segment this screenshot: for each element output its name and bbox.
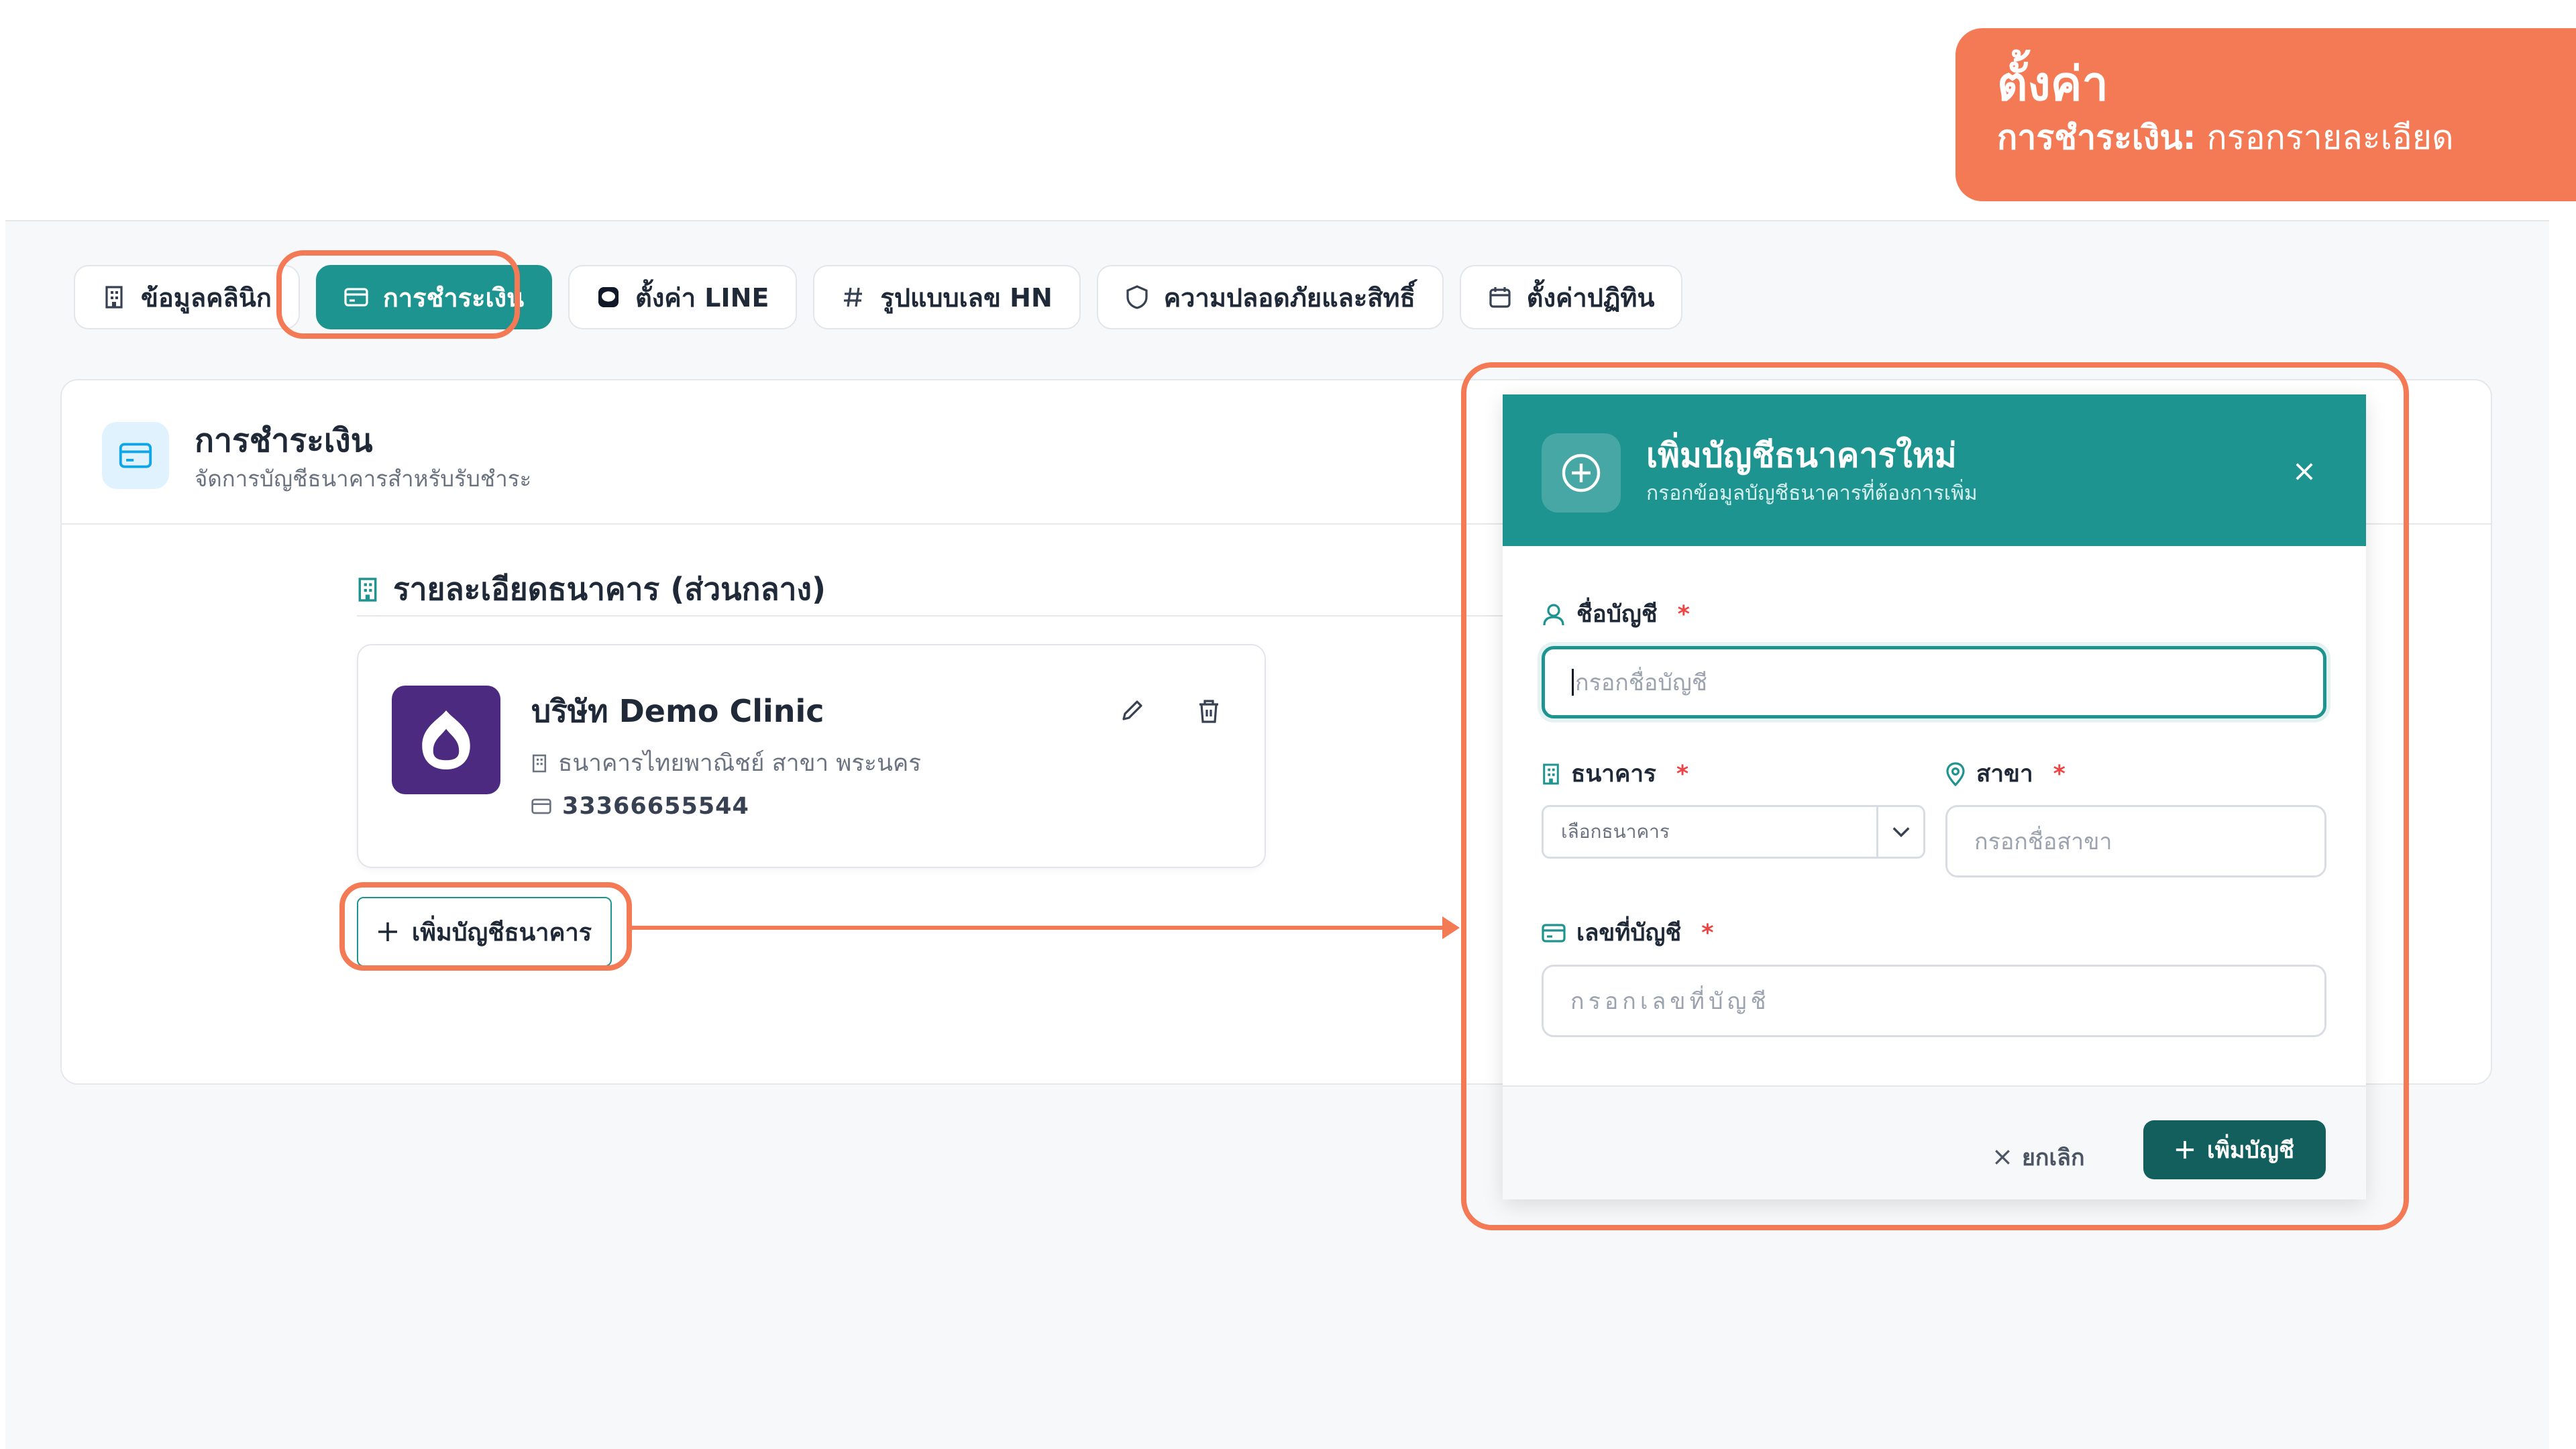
add-button-highlight-ring [339,882,632,971]
modal-subtitle: กรอกข้อมูลบัญชีธนาคารที่ต้องการเพิ่ม [1646,482,1978,505]
add-bank-account-modal: เพิ่มบัญชีธนาคารใหม่ กรอกข้อมูลบัญชีธนาค… [1503,394,2366,1199]
bank-account-number: 33366655544 [562,793,749,820]
step-badge: ตั้งค่า การชำระเงิน: กรอกรายละเอียด [1955,28,2576,201]
modal-title: เพิ่มบัญชีธนาคารใหม่ [1646,436,1957,475]
branch-input[interactable]: กรอกชื่อสาขา [1945,805,2326,877]
bank-label: ธนาคาร * [1542,755,1688,792]
cancel-button[interactable]: ยกเลิก [1994,1134,2085,1181]
branch-placeholder: กรอกชื่อสาขา [1974,828,2112,855]
bank-account-number-row: 33366655544 [531,793,749,820]
bank-select[interactable]: เลือกธนาคาร [1542,805,1925,859]
account-number-input[interactable]: กรอกเลขที่บัญชี [1542,965,2326,1037]
tab-clinic-info[interactable]: ข้อมูลคลินิก [74,265,300,329]
modal-footer: ยกเลิก เพิ่มบัญชี [1503,1087,2366,1199]
account-name-label: ชื่อบัญชี * [1542,596,1690,633]
badge-subtitle: การชำระเงิน: กรอกรายละเอียด [1997,114,2576,161]
bank-branch-text: ธนาคารไทยพาณิชย์ สาขา พระนคร [558,750,922,777]
card-title: การชำระเงิน [195,422,373,460]
badge-section: การชำระเงิน: [1997,118,2196,157]
tab-highlight-ring [276,250,520,339]
cancel-label: ยกเลิก [2022,1144,2085,1171]
tab-label: ตั้งค่า LINE [635,282,769,313]
callout-arrow-line [632,926,1450,930]
add-account-submit-button[interactable]: เพิ่มบัญชี [2143,1120,2326,1179]
required-mark: * [1676,760,1689,788]
section-divider [357,615,1511,616]
building-icon [532,754,547,772]
section-title-text: รายละเอียดธนาคาร (ส่วนกลาง) [393,571,826,607]
bank-logo [392,686,500,794]
calendar-icon [1488,285,1512,309]
modal-close-button[interactable] [2281,448,2328,495]
tab-line-settings[interactable]: ตั้งค่า LINE [568,265,798,329]
required-mark: * [2053,760,2065,788]
tab-hn-format[interactable]: รูปแบบเลข HN [813,265,1081,329]
account-number-label-text: เลขที่บัญชี [1576,920,1682,947]
bank-account-name: บริษัท Demo Clinic [531,693,824,729]
bank-label-text: ธนาคาร [1571,761,1656,788]
required-mark: * [1677,600,1690,628]
line-chat-icon [596,285,621,309]
tab-calendar-settings[interactable]: ตั้งค่าปฏิทิน [1459,265,1683,329]
hash-icon [841,285,865,309]
close-icon [1995,1150,2010,1165]
tab-security-permissions[interactable]: ความปลอดภัยและสิทธิ์ [1096,265,1444,329]
card-subtitle: จัดการบัญชีธนาคารสำหรับรับชำระ [195,466,532,492]
account-number-placeholder: กรอกเลขที่บัญชี [1570,988,1770,1015]
required-mark: * [1701,919,1714,947]
trash-icon [1199,700,1218,723]
plus-icon [2176,1140,2194,1159]
plus-circle-icon [1542,433,1621,513]
delete-account-button[interactable] [1190,692,1228,730]
shield-icon [1125,285,1149,309]
bank-account-item: บริษัท Demo Clinic ธนาคารไทยพาณิชย์ สาขา… [357,644,1266,868]
bank-select-placeholder: เลือกธนาคาร [1561,820,1670,843]
branch-label-text: สาขา [1976,761,2033,788]
account-number-label: เลขที่บัญชี * [1542,914,1714,951]
pencil-icon [1122,700,1142,720]
building-icon [358,577,377,602]
user-icon [1543,603,1564,625]
bank-branch-row: ธนาคารไทยพาณิชย์ สาขา พระนคร [531,745,921,782]
account-name-placeholder: กรอกชื่อบัญชี [1575,669,1707,696]
tab-label: ความปลอดภัยและสิทธิ์ [1163,282,1415,313]
building-icon [1543,763,1559,784]
credit-card-icon [531,798,551,814]
modal-header: เพิ่มบัญชีธนาคารใหม่ กรอกข้อมูลบัญชีธนาค… [1503,394,2366,546]
map-pin-icon [1946,761,1965,786]
badge-title: ตั้งค่า [1997,56,2108,111]
chevron-down-icon [1876,807,1923,857]
close-icon [2296,463,2313,480]
submit-label: เพิ่มบัญชี [2206,1137,2295,1164]
badge-step: กรอกรายละเอียด [2196,118,2454,157]
account-name-label-text: ชื่อบัญชี [1576,601,1658,628]
tab-label: ข้อมูลคลินิก [141,282,272,313]
credit-card-icon [1542,923,1566,943]
tab-label: ตั้งค่าปฏิทิน [1526,282,1655,313]
text-caret [1572,669,1574,696]
bank-section-title: รายละเอียดธนาคาร (ส่วนกลาง) [357,565,826,614]
tab-label: รูปแบบเลข HN [880,282,1053,313]
credit-card-icon [102,422,169,489]
account-name-input[interactable]: กรอกชื่อบัญชี [1542,646,2326,718]
edit-account-button[interactable] [1113,692,1150,730]
branch-label: สาขา * [1945,755,2065,792]
callout-arrow-head [1442,916,1460,939]
building-icon [102,285,126,309]
